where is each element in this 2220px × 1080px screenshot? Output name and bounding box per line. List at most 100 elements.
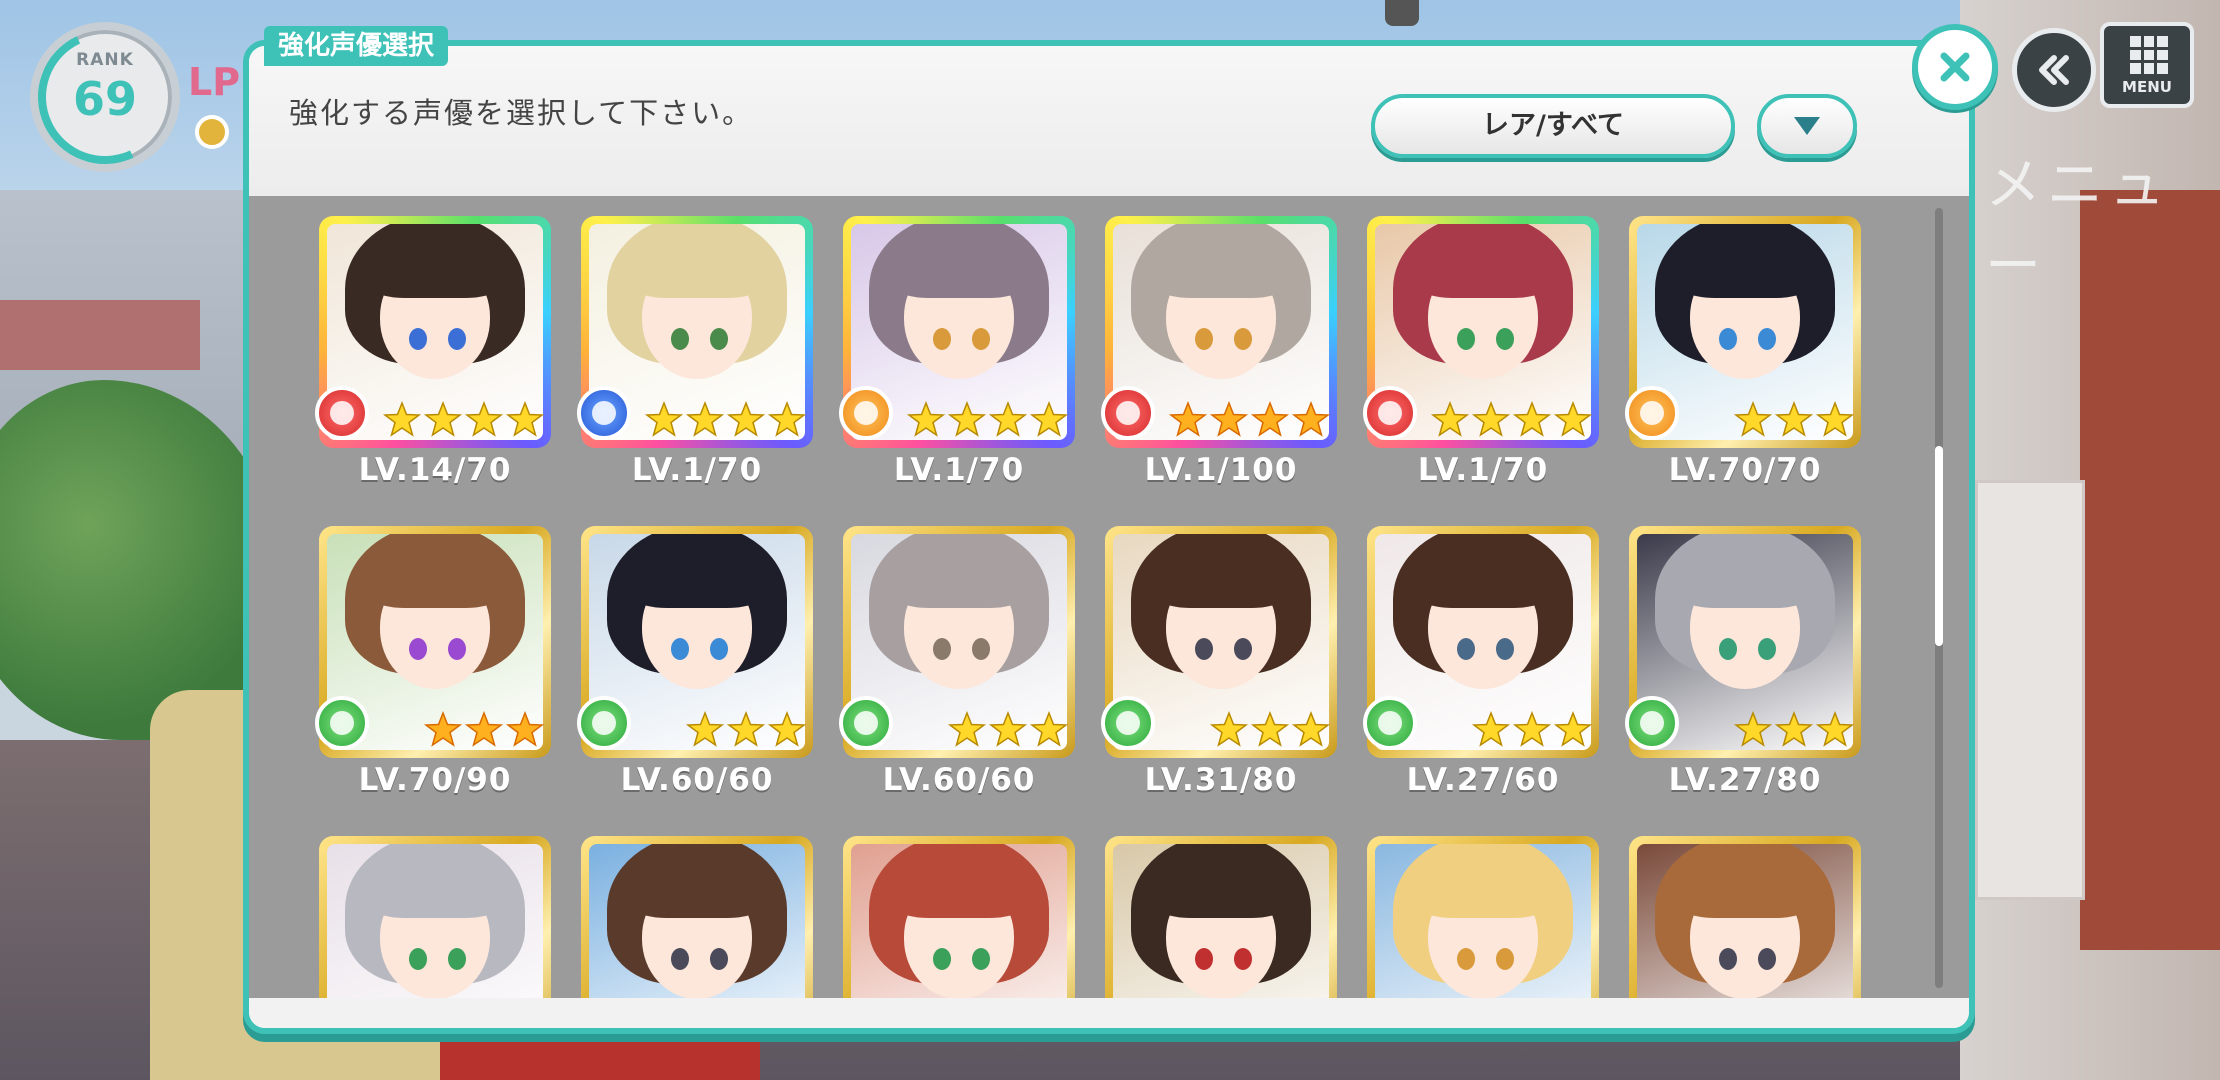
triangle-down-icon — [1794, 117, 1820, 135]
sort-dropdown-button[interactable] — [1757, 94, 1857, 158]
voice-actor-card[interactable]: LV.1/100 — [1101, 216, 1337, 496]
voice-actor-card[interactable]: LV.60/60 — [577, 526, 813, 806]
card-frame — [581, 836, 813, 1006]
card-portrait — [851, 844, 1067, 1006]
back-button[interactable] — [2012, 28, 2096, 112]
rarity-filter-button[interactable]: レア/すべて — [1371, 94, 1735, 158]
card-level: LV.27/60 — [1406, 762, 1560, 798]
voice-actor-card[interactable]: LV.70/70 — [1625, 216, 1861, 496]
star-icon — [644, 400, 684, 437]
rarity-stars — [906, 400, 1069, 440]
star-icon — [505, 400, 545, 437]
star-icon — [685, 710, 725, 747]
rarity-stars — [947, 710, 1069, 750]
star-icon — [1553, 400, 1593, 437]
card-portrait — [1637, 844, 1853, 1006]
voice-actor-card[interactable]: LV.27/60 — [1363, 526, 1599, 806]
star-icon — [1553, 710, 1593, 747]
star-icon — [988, 710, 1028, 747]
star-icon — [1029, 400, 1069, 437]
scrollbar-thumb[interactable] — [1935, 446, 1943, 646]
star-icon — [1471, 400, 1511, 437]
card-frame — [319, 836, 551, 1006]
voice-actor-card[interactable] — [1629, 836, 1861, 1006]
card-portrait — [1113, 844, 1329, 1006]
rank-value: 69 — [72, 72, 137, 126]
rarity-stars — [1471, 710, 1593, 750]
card-level: LV.1/70 — [893, 452, 1025, 488]
red-attribute-icon — [1363, 386, 1417, 440]
star-icon — [1733, 710, 1773, 747]
voice-actor-card[interactable] — [1367, 836, 1599, 1006]
voice-actor-card[interactable] — [843, 836, 1075, 1006]
card-portrait — [1375, 844, 1591, 1006]
voice-actor-card[interactable]: LV.27/80 — [1625, 526, 1861, 806]
green-attribute-icon — [1101, 696, 1155, 750]
voice-actor-card[interactable]: LV.1/70 — [839, 216, 1075, 496]
star-icon — [464, 400, 504, 437]
voice-actor-card[interactable]: LV.31/80 — [1101, 526, 1337, 806]
rarity-stars — [1168, 400, 1331, 440]
card-level: LV.27/80 — [1668, 762, 1822, 798]
card-list-scroll-area[interactable]: LV.14/70 LV.1/70 LV.1/70 LV.1/100 LV.1/7… — [249, 196, 1969, 1006]
star-icon — [767, 710, 807, 747]
rarity-stars — [423, 710, 545, 750]
rank-label: RANK — [76, 50, 134, 70]
star-icon — [1209, 400, 1249, 437]
star-icon — [505, 710, 545, 747]
lp-label: LP — [188, 60, 241, 104]
star-icon — [726, 710, 766, 747]
card-portrait — [327, 844, 543, 1006]
card-level: LV.14/70 — [358, 452, 512, 488]
card-level: LV.1/70 — [1417, 452, 1549, 488]
star-icon — [382, 400, 422, 437]
card-level: LV.1/70 — [631, 452, 763, 488]
red-attribute-icon — [1101, 386, 1155, 440]
rarity-stars — [1209, 710, 1331, 750]
voice-actor-card[interactable] — [581, 836, 813, 1006]
card-level: LV.1/100 — [1144, 452, 1298, 488]
close-button[interactable] — [1912, 24, 1998, 110]
dialog-instruction: 強化する声優を選択して下さい。 — [289, 96, 754, 130]
voice-actor-card[interactable]: LV.60/60 — [839, 526, 1075, 806]
voice-actor-card[interactable] — [319, 836, 551, 1006]
star-icon — [1291, 710, 1331, 747]
voice-actor-card[interactable]: LV.1/70 — [1363, 216, 1599, 496]
star-icon — [947, 400, 987, 437]
voice-actor-card[interactable]: LV.70/90 — [315, 526, 551, 806]
card-level: LV.60/60 — [620, 762, 774, 798]
dialog-header: 強化する声優を選択して下さい。 レア/すべて — [249, 46, 1969, 196]
green-attribute-icon — [839, 696, 893, 750]
card-portrait — [589, 844, 805, 1006]
voice-actor-select-dialog: 強化する声優を選択して下さい。 レア/すべて LV.14/70 LV.1/70 … — [243, 40, 1975, 1034]
star-icon — [1029, 710, 1069, 747]
star-icon — [1168, 400, 1208, 437]
star-icon — [767, 400, 807, 437]
voice-actor-card[interactable]: LV.1/70 — [577, 216, 813, 496]
background-building-roof — [0, 300, 200, 370]
star-icon — [1209, 710, 1249, 747]
background-lamp — [1385, 0, 1419, 26]
menu-button[interactable]: MENU — [2100, 22, 2194, 108]
card-level: LV.70/90 — [358, 762, 512, 798]
grid-icon — [2130, 36, 2168, 74]
card-level: LV.31/80 — [1144, 762, 1298, 798]
dialog-title: 強化声優選択 — [264, 26, 449, 66]
voice-actor-card[interactable] — [1105, 836, 1337, 1006]
star-icon — [906, 400, 946, 437]
star-icon — [685, 400, 725, 437]
star-icon — [423, 710, 463, 747]
star-icon — [1774, 400, 1814, 437]
star-icon — [988, 400, 1028, 437]
star-icon — [1430, 400, 1470, 437]
star-icon — [1733, 400, 1773, 437]
background-menu-text: メニュー — [1985, 153, 2171, 299]
star-icon — [1512, 400, 1552, 437]
rarity-stars — [644, 400, 807, 440]
close-icon — [1940, 52, 1970, 82]
star-icon — [1815, 400, 1855, 437]
green-attribute-icon — [577, 696, 631, 750]
menu-label: MENU — [2122, 78, 2172, 96]
red-attribute-icon — [315, 386, 369, 440]
voice-actor-card[interactable]: LV.14/70 — [315, 216, 551, 496]
